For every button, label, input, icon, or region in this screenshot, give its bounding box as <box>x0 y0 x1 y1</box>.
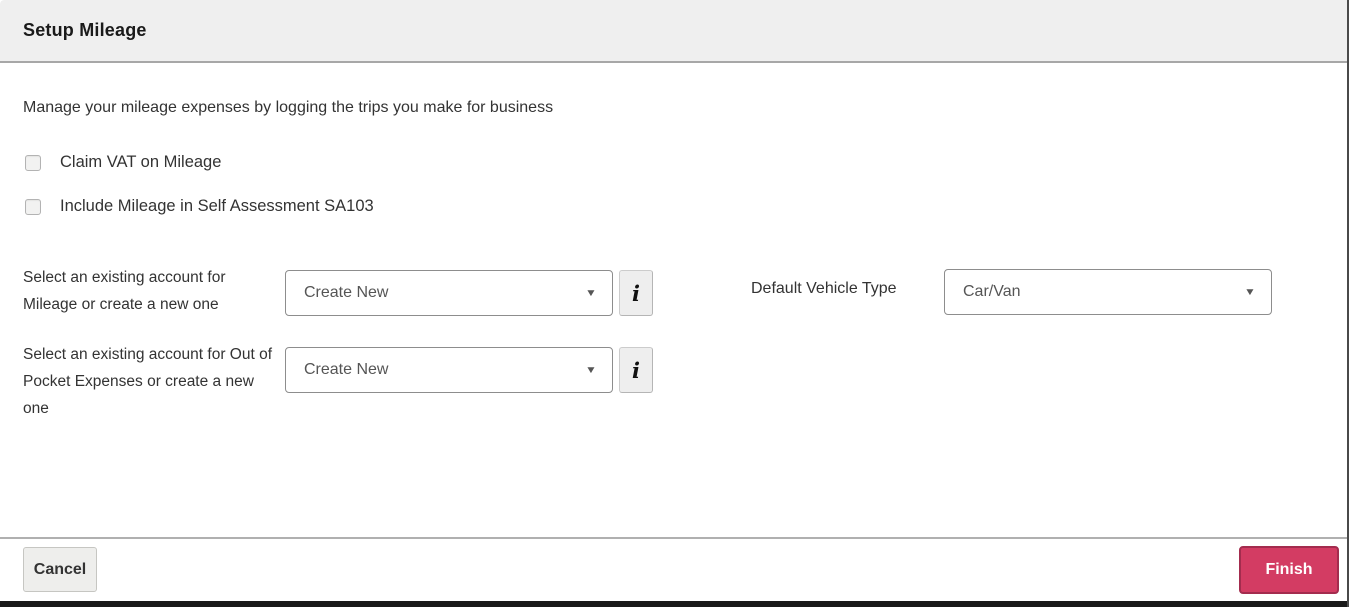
default-vehicle-type-select-value: Car/Van <box>963 283 1021 300</box>
chevron-down-icon: ▼ <box>1244 286 1256 298</box>
chevron-down-icon: ▼ <box>585 364 597 376</box>
out-of-pocket-account-label: Select an existing account for Out of Po… <box>23 346 272 417</box>
setup-mileage-dialog: Setup Mileage Manage your mileage expens… <box>0 0 1349 607</box>
mileage-account-info-button[interactable]: i <box>619 270 653 316</box>
mileage-account-select-value: Create New <box>304 284 389 301</box>
claim-vat-checkbox-row: Claim VAT on Mileage <box>25 153 221 172</box>
include-sa103-label: Include Mileage in Self Assessment SA103 <box>60 197 374 215</box>
info-icon: i <box>632 357 640 383</box>
claim-vat-label: Claim VAT on Mileage <box>60 153 222 171</box>
out-of-pocket-account-select[interactable]: Create New ▼ <box>285 347 613 393</box>
footer-divider <box>0 537 1347 539</box>
out-of-pocket-account-info-button[interactable]: i <box>619 347 653 393</box>
page-title: Setup Mileage <box>23 20 147 40</box>
finish-button[interactable]: Finish <box>1239 546 1339 594</box>
out-of-pocket-account-select-value: Create New <box>304 361 389 378</box>
intro-text: Manage your mileage expenses by logging … <box>23 99 554 116</box>
info-icon: i <box>632 280 640 306</box>
chevron-down-icon: ▼ <box>585 287 597 299</box>
claim-vat-checkbox[interactable] <box>25 154 41 171</box>
mileage-account-select[interactable]: Create New ▼ <box>285 270 613 316</box>
bottom-window-edge <box>0 601 1347 607</box>
default-vehicle-type-select[interactable]: Car/Van ▼ <box>944 269 1272 315</box>
default-vehicle-type-label: Default Vehicle Type <box>751 280 897 297</box>
include-sa103-checkbox-row: Include Mileage in Self Assessment SA103 <box>25 197 374 216</box>
include-sa103-checkbox[interactable] <box>25 198 41 215</box>
mileage-account-label: Select an existing account for Mileage o… <box>23 269 226 313</box>
dialog-header: Setup Mileage <box>0 0 1347 63</box>
cancel-button[interactable]: Cancel <box>23 547 97 592</box>
